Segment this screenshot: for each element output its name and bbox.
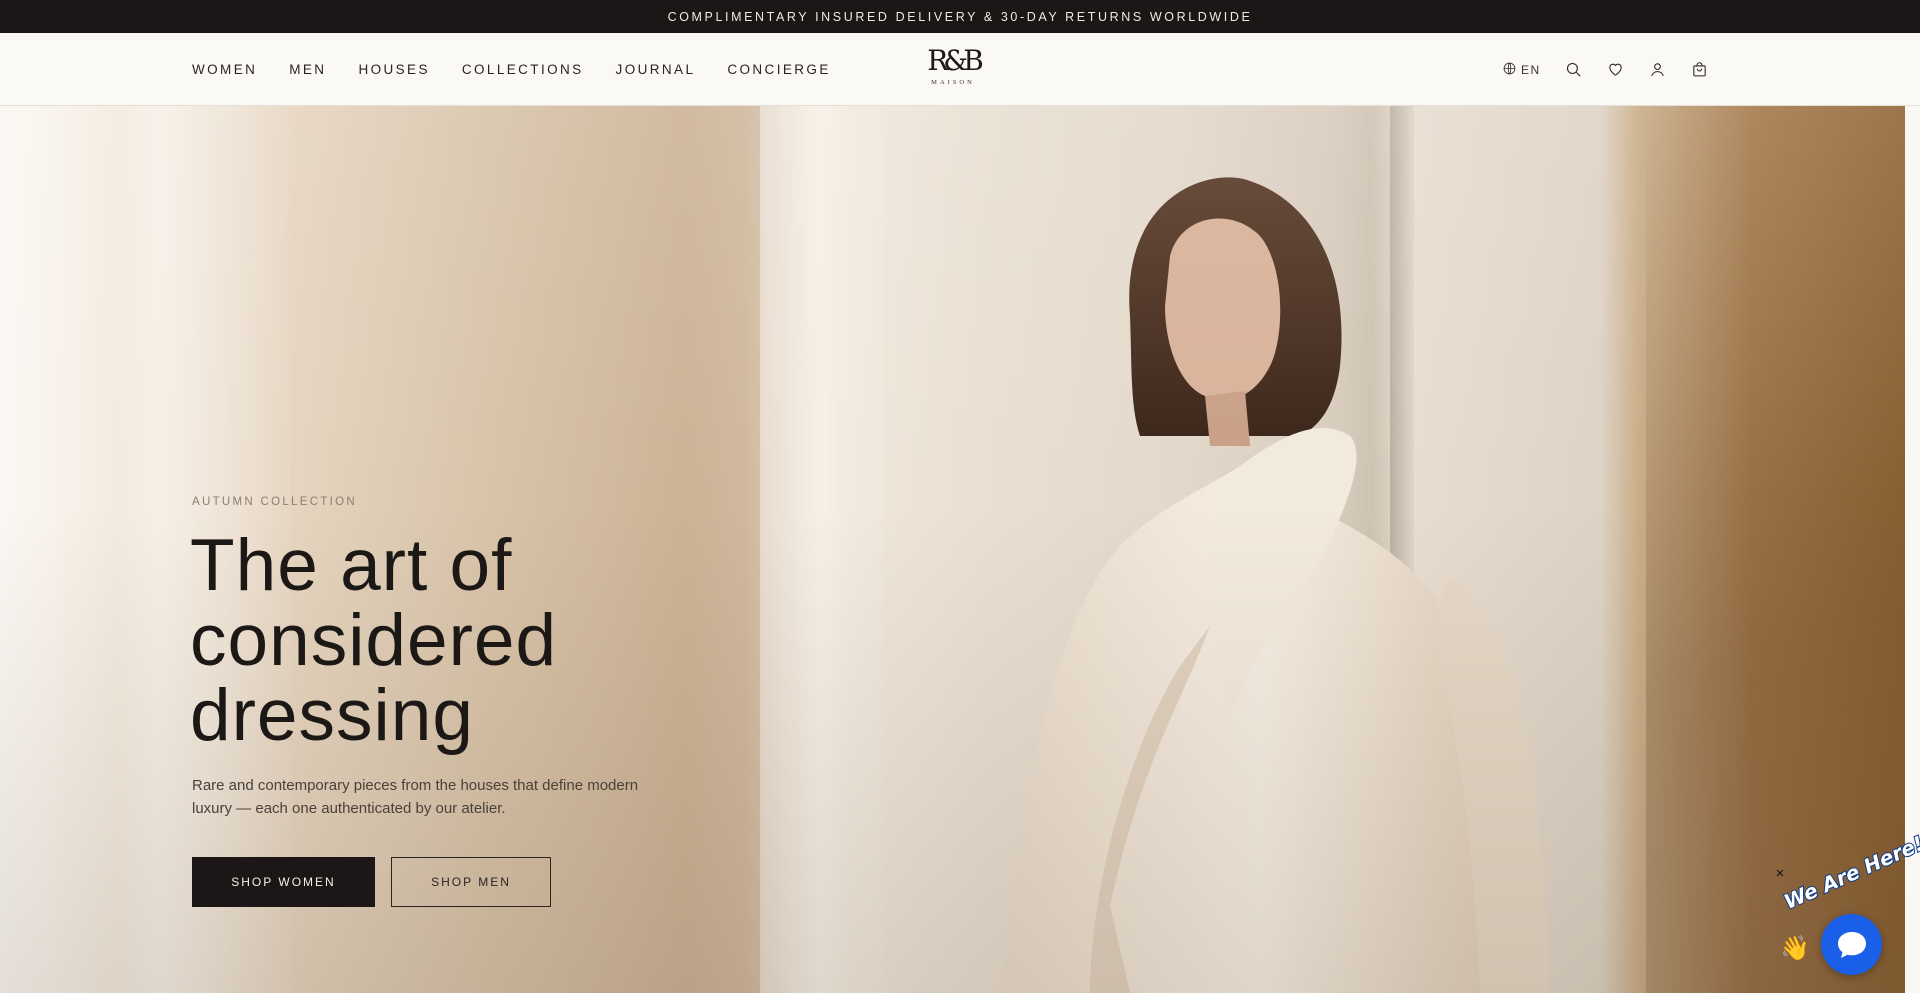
user-icon[interactable] (1649, 61, 1667, 79)
globe-icon (1503, 62, 1516, 78)
hero-headline-line: dressing (190, 675, 474, 756)
shop-women-button[interactable]: SHOP WOMEN (192, 857, 375, 907)
bag-icon[interactable] (1691, 61, 1709, 79)
hero-intro: Rare and contemporary pieces from the ho… (192, 774, 662, 820)
hero-headline-line: The art of (190, 525, 513, 606)
nav-item-women[interactable]: WOMEN (192, 62, 257, 77)
nav-item-collections[interactable]: COLLECTIONS (462, 62, 584, 77)
main-nav: WOMEN MEN HOUSES COLLECTIONS JOURNAL CON… (192, 33, 831, 106)
announcement-text: COMPLIMENTARY INSURED DELIVERY & 30-DAY … (667, 9, 1253, 24)
nav-item-houses[interactable]: HOUSES (358, 62, 429, 77)
nav-item-men[interactable]: MEN (289, 62, 326, 77)
announcement-bar: COMPLIMENTARY INSURED DELIVERY & 30-DAY … (0, 0, 1920, 33)
language-selector[interactable]: EN (1503, 62, 1541, 78)
brand-logo[interactable]: R&B MAISON (920, 45, 986, 95)
logo-subtitle: MAISON (931, 79, 975, 86)
nav-item-concierge[interactable]: CONCIERGE (727, 62, 830, 77)
hero-intro-line: Rare and contemporary pieces from the ho… (192, 777, 639, 794)
hero-headline-line: considered (190, 600, 558, 681)
chat-bubble-icon (1837, 931, 1866, 958)
language-label: EN (1521, 62, 1541, 77)
hero-headline: The art of considered dressing (190, 528, 750, 753)
hero-intro-line: luxury — each one authenticated by our a… (192, 800, 506, 817)
search-icon[interactable] (1565, 61, 1583, 79)
hero-eyebrow: AUTUMN COLLECTION (192, 496, 357, 508)
site-header: WOMEN MEN HOUSES COLLECTIONS JOURNAL CON… (0, 33, 1920, 106)
header-utilities: EN (1503, 33, 1709, 106)
logo-monogram: R&B (927, 44, 984, 77)
chat-close-icon[interactable]: × (1772, 866, 1788, 882)
nav-item-journal[interactable]: JOURNAL (616, 62, 696, 77)
chat-launcher-button[interactable] (1821, 914, 1882, 975)
wave-icon: 👋 (1780, 935, 1810, 962)
heart-icon[interactable] (1607, 61, 1625, 79)
shop-men-button[interactable]: SHOP MEN (391, 857, 551, 907)
